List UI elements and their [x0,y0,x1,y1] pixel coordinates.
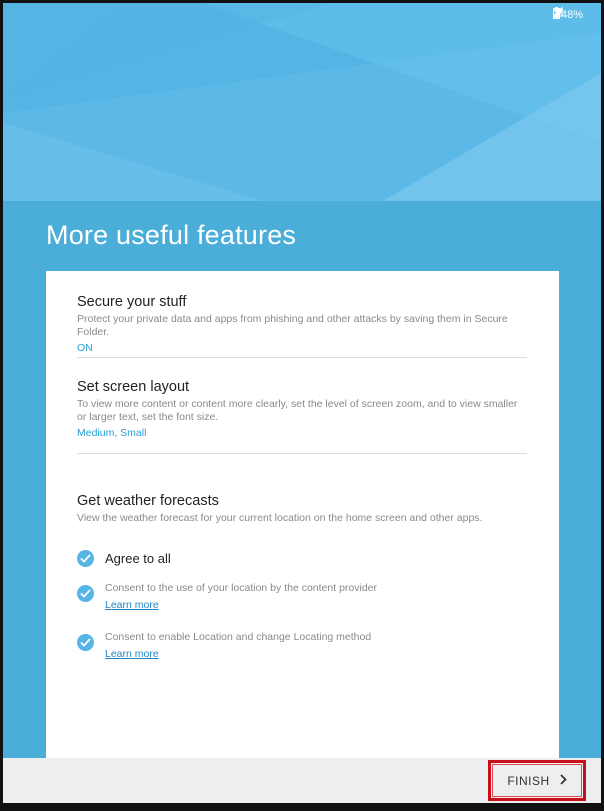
screen-layout-section[interactable]: Set screen layout To view more content o… [77,378,529,440]
section-description: View the weather forecast for your curre… [77,512,483,524]
status-bar: 48% [552,7,587,23]
page-title: More useful features [46,220,297,250]
check-icon [77,585,94,602]
battery-percentage: 48% [560,9,583,21]
divider [77,357,527,358]
weather-section: Get weather forecasts View the weather f… [77,492,529,525]
section-title: Secure your stuff [77,294,187,310]
section-description: Protect your private data and apps from … [77,313,508,338]
hero-graphic [3,3,601,201]
divider [77,453,527,454]
chevron-right-icon [560,773,567,788]
section-title: Get weather forecasts [77,493,219,509]
section-value: Medium, Small [77,427,147,439]
check-icon [77,634,94,651]
consent-locating-checkbox[interactable]: Consent to enable Location and change Lo… [77,631,371,662]
device-frame: 48% More useful features Secure your stu… [0,0,604,811]
finish-label: FINISH [507,773,550,788]
agree-all-checkbox[interactable]: Agree to all [77,550,171,568]
check-icon [77,550,94,567]
learn-more-link[interactable]: Learn more [105,599,159,612]
features-card: Secure your stuff Protect your private d… [46,271,559,771]
consent-text: Consent to the use of your location by t… [105,582,378,594]
screen: 48% More useful features Secure your stu… [3,3,601,803]
agree-all-label: Agree to all [105,551,171,566]
section-description: To view more content or content more cle… [77,398,518,423]
section-title: Set screen layout [77,379,190,395]
learn-more-link[interactable]: Learn more [105,648,159,661]
hero-background: 48% [3,3,601,201]
consent-text: Consent to enable Location and change Lo… [105,631,372,643]
secure-stuff-section[interactable]: Secure your stuff Protect your private d… [77,293,529,355]
consent-location-checkbox[interactable]: Consent to the use of your location by t… [77,582,377,613]
finish-button[interactable]: FINISH [488,760,586,801]
section-value: ON [77,342,93,354]
